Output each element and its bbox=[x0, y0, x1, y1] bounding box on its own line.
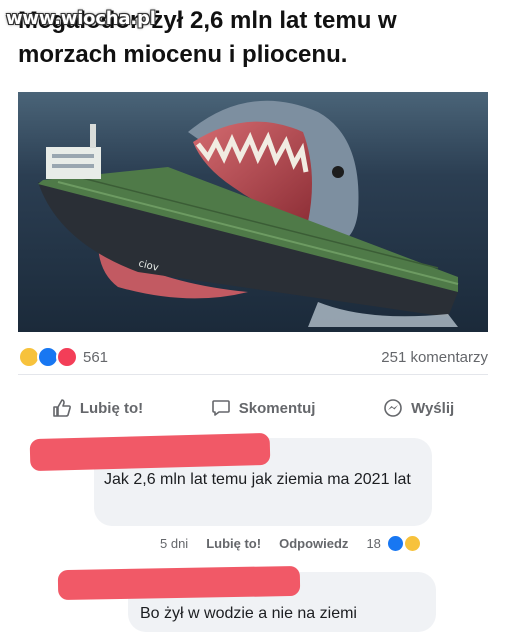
reaction-count[interactable]: 561 bbox=[83, 349, 108, 366]
post-image[interactable]: ciov bbox=[18, 92, 488, 332]
redacted-commenter-name bbox=[57, 565, 301, 601]
comment-like-link[interactable]: Lubię to! bbox=[206, 536, 261, 551]
messenger-icon bbox=[384, 399, 402, 417]
comments-count[interactable]: 251 komentarzy bbox=[381, 349, 488, 366]
comment-icon bbox=[211, 400, 230, 416]
comment-button-label: Skomentuj bbox=[238, 399, 316, 417]
like-button-label: Lubię to! bbox=[79, 399, 144, 417]
watermark-logo: www.wiocha.pl bbox=[6, 8, 156, 29]
redacted-commenter-name bbox=[29, 432, 271, 472]
thumbs-up-icon bbox=[53, 399, 71, 417]
comment-reaction-count: 18 bbox=[366, 535, 381, 551]
post-actions: Lubię to! Skomentuj Wyślij bbox=[18, 386, 488, 430]
love-icon bbox=[56, 346, 78, 368]
comment-time: 5 dni bbox=[160, 535, 189, 551]
share-button-label: Wyślij bbox=[411, 399, 455, 417]
comment-reply-link[interactable]: Odpowiedz bbox=[279, 536, 348, 551]
like-button[interactable]: Lubię to! bbox=[52, 398, 143, 418]
reactions-summary: 561 251 komentarzy bbox=[18, 340, 488, 375]
comment-button[interactable]: Skomentuj bbox=[211, 398, 316, 418]
haha-icon bbox=[403, 534, 421, 552]
like-icon bbox=[386, 534, 404, 552]
comment-reactions[interactable]: 18 bbox=[366, 534, 421, 552]
reaction-icons[interactable]: 561 bbox=[18, 346, 108, 368]
comment-text: Jak 2,6 mln lat temu jak ziemia ma 2021 … bbox=[104, 471, 411, 488]
comment-meta: 5 dni Lubię to! Odpowiedz 18 bbox=[160, 530, 490, 556]
shark-ship-illustration: ciov bbox=[18, 92, 488, 332]
comment-text: Bo żył w wodzie a nie na ziemi bbox=[140, 605, 357, 622]
share-button[interactable]: Wyślij bbox=[383, 398, 454, 418]
